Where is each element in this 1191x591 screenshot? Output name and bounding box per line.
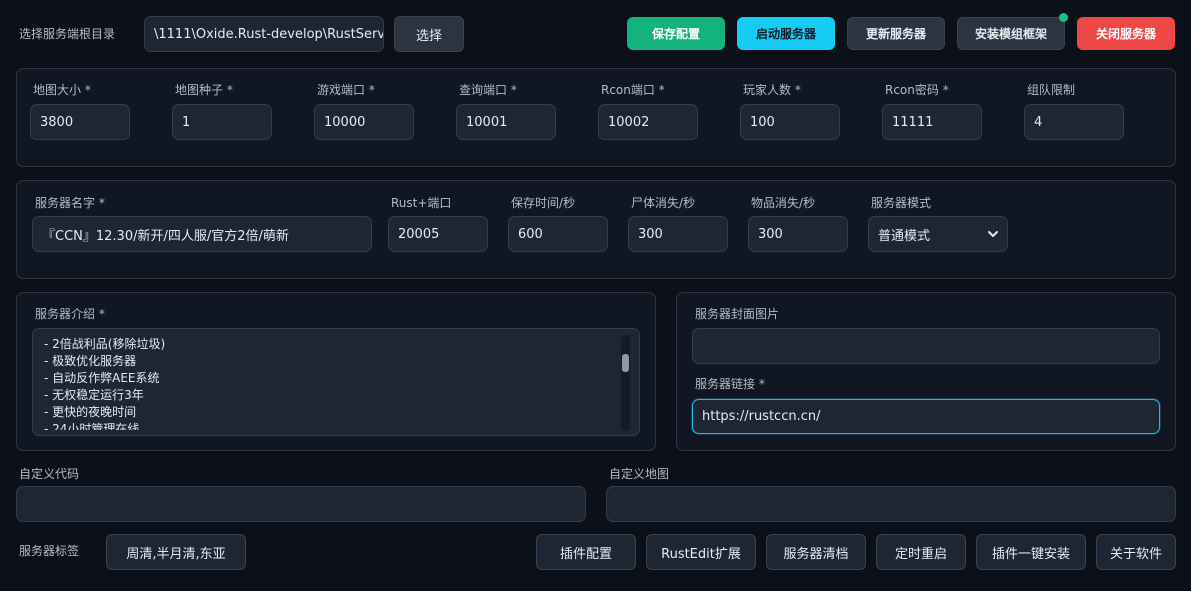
server-link-label: 服务器链接 * bbox=[695, 377, 765, 391]
about-button[interactable]: 关于软件 bbox=[1096, 534, 1176, 570]
server-tags-label: 服务器标签 bbox=[19, 544, 80, 558]
server-link-input[interactable]: https://rustccn.cn/ bbox=[692, 399, 1160, 434]
rcon-port-input[interactable]: 10002 bbox=[598, 104, 698, 140]
corpse-despawn-label: 尸体消失/秒 bbox=[631, 196, 696, 210]
custom-code-label: 自定义代码 bbox=[19, 467, 80, 481]
save-interval-label: 保存时间/秒 bbox=[511, 196, 576, 210]
corpse-despawn-input[interactable]: 300 bbox=[628, 216, 728, 252]
custom-code-input[interactable] bbox=[16, 486, 586, 522]
server-dir-label: 选择服务端根目录 bbox=[19, 27, 116, 41]
scheduled-restart-button[interactable]: 定时重启 bbox=[876, 534, 966, 570]
update-server-button[interactable]: 更新服务器 bbox=[847, 17, 945, 50]
close-server-button[interactable]: 关闭服务器 bbox=[1077, 17, 1175, 50]
map-seed-label: 地图种子 * bbox=[175, 83, 233, 97]
item-despawn-label: 物品消失/秒 bbox=[751, 196, 816, 210]
status-dot-icon bbox=[1059, 13, 1068, 22]
intro-line: - 极致优化服务器 bbox=[44, 354, 137, 368]
server-tags-input[interactable]: 周清,半月清,东亚 bbox=[106, 534, 246, 570]
game-port-input[interactable]: 10000 bbox=[314, 104, 414, 140]
intro-line: - 无权稳定运行3年 bbox=[44, 388, 144, 402]
server-wipe-button[interactable]: 服务器清档 bbox=[766, 534, 866, 570]
server-mode-select[interactable]: 普通模式 bbox=[868, 216, 1008, 252]
install-mod-framework-button[interactable]: 安装模组框架 bbox=[957, 17, 1065, 50]
plugin-config-button[interactable]: 插件配置 bbox=[536, 534, 636, 570]
rcon-password-label: Rcon密码 * bbox=[885, 83, 949, 97]
game-port-label: 游戏端口 * bbox=[317, 83, 375, 97]
query-port-label: 查询端口 * bbox=[459, 83, 517, 97]
rustplus-port-input[interactable]: 20005 bbox=[388, 216, 488, 252]
server-name-label: 服务器名字 * bbox=[35, 196, 105, 210]
map-seed-input[interactable]: 1 bbox=[172, 104, 272, 140]
map-size-label: 地图大小 * bbox=[33, 83, 91, 97]
intro-label: 服务器介绍 * bbox=[35, 307, 105, 321]
cover-image-input[interactable] bbox=[692, 328, 1160, 364]
server-name-input[interactable]: 『CCN』12.30/新开/四人服/官方2倍/萌新 bbox=[32, 216, 372, 252]
rcon-password-input[interactable]: 11111 bbox=[882, 104, 982, 140]
intro-line: - 2倍战利品(移除垃圾) bbox=[44, 337, 166, 351]
rcon-port-label: Rcon端口 * bbox=[601, 83, 665, 97]
intro-scrollbar[interactable] bbox=[621, 335, 630, 431]
team-limit-label: 组队限制 bbox=[1027, 83, 1076, 97]
item-despawn-input[interactable]: 300 bbox=[748, 216, 848, 252]
server-dir-input[interactable]: \1111\Oxide.Rust-develop\RustServer bbox=[144, 16, 384, 52]
team-limit-input[interactable]: 4 bbox=[1024, 104, 1124, 140]
save-interval-input[interactable]: 600 bbox=[508, 216, 608, 252]
custom-map-label: 自定义地图 bbox=[609, 467, 670, 481]
intro-scrollbar-thumb[interactable] bbox=[622, 354, 629, 372]
rustedit-extension-button[interactable]: RustEdit扩展 bbox=[646, 534, 756, 570]
server-mode-value: 普通模式 bbox=[878, 228, 931, 244]
server-mode-label: 服务器模式 bbox=[871, 196, 932, 210]
custom-map-input[interactable] bbox=[606, 486, 1176, 522]
plugin-install-button[interactable]: 插件一键安装 bbox=[976, 534, 1086, 570]
max-players-label: 玩家人数 * bbox=[743, 83, 801, 97]
intro-line: - 24小时管理在线 bbox=[44, 422, 140, 430]
intro-textarea[interactable]: - 2倍战利品(移除垃圾) - 极致优化服务器 - 自动反作弊AEE系统 - 无… bbox=[32, 328, 640, 436]
intro-line: - 自动反作弊AEE系统 bbox=[44, 371, 160, 385]
cover-image-label: 服务器封面图片 bbox=[695, 307, 780, 321]
choose-dir-button[interactable]: 选择 bbox=[394, 16, 464, 52]
chevron-down-icon bbox=[988, 231, 998, 237]
max-players-input[interactable]: 100 bbox=[740, 104, 840, 140]
save-config-button[interactable]: 保存配置 bbox=[627, 17, 725, 50]
rustplus-port-label: Rust+端口 bbox=[391, 196, 452, 210]
query-port-input[interactable]: 10001 bbox=[456, 104, 556, 140]
intro-line: - 更快的夜晚时间 bbox=[44, 405, 137, 419]
start-server-button[interactable]: 启动服务器 bbox=[737, 17, 835, 50]
map-size-input[interactable]: 3800 bbox=[30, 104, 130, 140]
